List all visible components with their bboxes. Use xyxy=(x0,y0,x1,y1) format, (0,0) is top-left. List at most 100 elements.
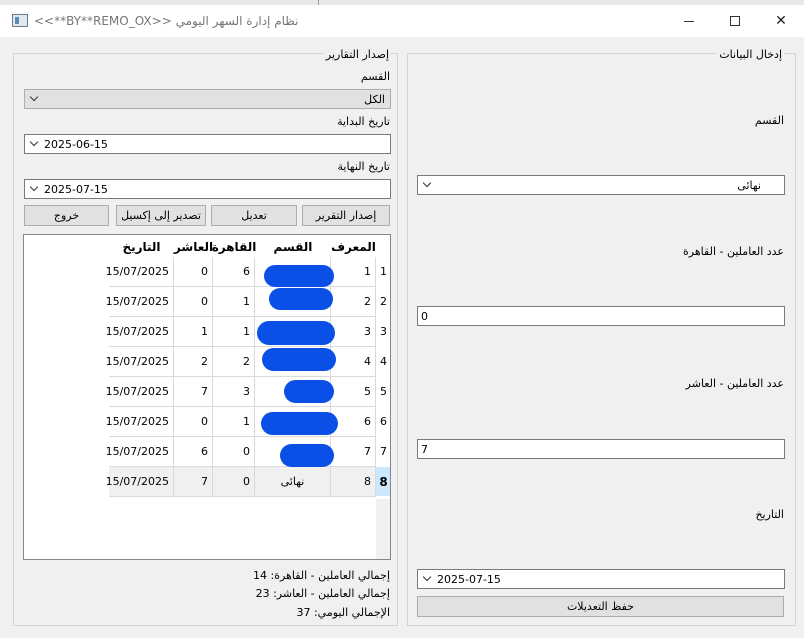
entry-department-value: نهائى xyxy=(737,179,761,192)
redaction-mark xyxy=(284,380,334,403)
ashir-count-value: 7 xyxy=(421,443,428,456)
maximize-button[interactable] xyxy=(712,5,758,37)
row-header[interactable]: 5 xyxy=(376,377,390,407)
app-icon xyxy=(12,14,28,27)
cell-cairo[interactable]: 0 xyxy=(213,437,255,467)
row-header[interactable]: 4 xyxy=(376,347,390,377)
header-date[interactable]: التاريخ xyxy=(109,235,174,259)
close-button[interactable]: ✕ xyxy=(758,5,804,37)
close-icon: ✕ xyxy=(775,13,787,29)
report-department-label: القسم xyxy=(360,70,390,83)
cell-id[interactable]: 5 xyxy=(331,377,376,407)
cairo-count-value: 0 xyxy=(421,310,428,323)
cell-date[interactable]: 15/07/2025 xyxy=(106,287,174,317)
end-date-value: 2025-07-15 xyxy=(44,183,108,196)
cell-cairo[interactable]: 1 xyxy=(213,287,255,317)
row-header[interactable]: 6 xyxy=(376,407,390,437)
redaction-mark xyxy=(280,444,334,467)
cairo-count-input[interactable]: 0 xyxy=(417,306,785,326)
cell-ashir[interactable]: 7 xyxy=(174,377,213,407)
entry-department-label: القسم xyxy=(754,114,784,127)
cell-date[interactable]: 15/07/2025 xyxy=(106,467,174,497)
end-date-picker[interactable]: 2025-07-15 xyxy=(24,179,391,199)
header-id[interactable]: المعرف xyxy=(331,235,376,259)
cell-cairo[interactable]: 1 xyxy=(213,317,255,347)
title-bar: <<**BY**REMO_OX>> نظام إدارة السهر اليوم… xyxy=(0,5,804,37)
cell-date[interactable]: 15/07/2025 xyxy=(106,347,174,377)
cell-date[interactable]: 15/07/2025 xyxy=(106,377,174,407)
entry-date-label: التاريخ xyxy=(755,508,784,521)
cell-cairo[interactable]: 6 xyxy=(213,257,255,287)
row-header[interactable]: 3 xyxy=(376,317,390,347)
edit-button[interactable]: تعديل xyxy=(211,205,297,226)
row-header-selected[interactable]: 8 xyxy=(376,467,390,497)
header-department[interactable]: القسم xyxy=(255,235,331,259)
cell-date[interactable]: 15/07/2025 xyxy=(106,407,174,437)
start-date-label: تاريخ البداية xyxy=(337,115,390,128)
chevron-down-icon xyxy=(30,184,38,192)
cell-cairo[interactable]: 3 xyxy=(213,377,255,407)
window-title: <<**BY**REMO_OX>> نظام إدارة السهر اليوم… xyxy=(34,14,299,28)
entry-group-title: إدخال البيانات xyxy=(717,48,784,61)
issue-report-button[interactable]: إصدار التقرير xyxy=(302,205,390,226)
export-excel-button[interactable]: تصدير إلى إكسيل xyxy=(116,205,206,226)
chevron-down-icon xyxy=(423,180,431,188)
redaction-mark xyxy=(264,265,334,287)
table-empty-area xyxy=(376,499,390,559)
cell-date[interactable]: 15/07/2025 xyxy=(106,257,174,287)
report-department-value: الكل xyxy=(364,93,385,106)
cell-id[interactable]: 4 xyxy=(331,347,376,377)
cell-id[interactable]: 1 xyxy=(331,257,376,287)
chevron-down-icon xyxy=(423,574,431,582)
save-changes-button[interactable]: حفظ التعديلات xyxy=(417,596,784,617)
row-header[interactable]: 7 xyxy=(376,437,390,467)
cell-cairo[interactable]: 2 xyxy=(213,347,255,377)
start-date-picker[interactable]: 2025-06-15 xyxy=(24,134,391,154)
daily-total-text: الإجمالي اليومي: 37 xyxy=(296,606,390,619)
header-cairo[interactable]: القاهرة xyxy=(212,235,257,259)
cell-date[interactable]: 15/07/2025 xyxy=(106,437,174,467)
redaction-mark xyxy=(257,321,335,345)
minimize-button[interactable] xyxy=(666,5,712,37)
cell-ashir[interactable]: 2 xyxy=(174,347,213,377)
cell-ashir[interactable]: 7 xyxy=(174,467,213,497)
cell-date[interactable]: 15/07/2025 xyxy=(106,317,174,347)
cell-ashir[interactable]: 0 xyxy=(174,257,213,287)
minimize-icon xyxy=(684,20,694,22)
header-ashir[interactable]: العاشر xyxy=(174,235,213,259)
cairo-count-label: عدد العاملين - القاهرة xyxy=(683,245,784,258)
chevron-down-icon xyxy=(30,94,38,102)
total-cairo-text: إجمالي العاملين - القاهرة: 14 xyxy=(253,569,390,582)
report-department-select[interactable]: الكل xyxy=(24,89,391,109)
end-date-label: تاريخ النهاية xyxy=(337,160,391,173)
cell-id[interactable]: 2 xyxy=(331,287,376,317)
report-table[interactable]: المعرف القسم القاهرة العاشر التاريخ 1 2 … xyxy=(23,234,391,560)
start-date-value: 2025-06-15 xyxy=(44,138,108,151)
chevron-down-icon xyxy=(30,139,38,147)
entry-date-value: 2025-07-15 xyxy=(437,573,501,586)
redaction-mark xyxy=(269,288,333,310)
entry-group xyxy=(407,53,796,626)
cell-ashir[interactable]: 0 xyxy=(174,287,213,317)
cell-ashir[interactable]: 0 xyxy=(174,407,213,437)
cell-cairo[interactable]: 1 xyxy=(213,407,255,437)
ashir-count-label: عدد العاملين - العاشر xyxy=(685,377,784,390)
reports-group-title: إصدار التقارير xyxy=(323,48,391,61)
cell-ashir[interactable]: 1 xyxy=(174,317,213,347)
redaction-mark xyxy=(261,412,338,435)
cell-department[interactable]: نهائى xyxy=(255,467,331,497)
cell-ashir[interactable]: 6 xyxy=(174,437,213,467)
cell-id[interactable]: 3 xyxy=(331,317,376,347)
exit-button[interactable]: خروج xyxy=(24,205,109,226)
row-header[interactable]: 2 xyxy=(376,287,390,317)
redaction-mark xyxy=(262,348,336,371)
cell-id[interactable]: 8 xyxy=(331,467,376,497)
cell-cairo[interactable]: 0 xyxy=(213,467,255,497)
entry-department-select[interactable]: نهائى xyxy=(417,175,785,195)
cell-id[interactable]: 7 xyxy=(331,437,376,467)
entry-date-picker[interactable]: 2025-07-15 xyxy=(417,569,785,589)
total-ashir-text: إجمالي العاملين - العاشر: 23 xyxy=(255,587,390,600)
ashir-count-input[interactable]: 7 xyxy=(417,439,785,459)
row-header[interactable]: 1 xyxy=(376,257,390,287)
maximize-icon xyxy=(730,16,740,26)
